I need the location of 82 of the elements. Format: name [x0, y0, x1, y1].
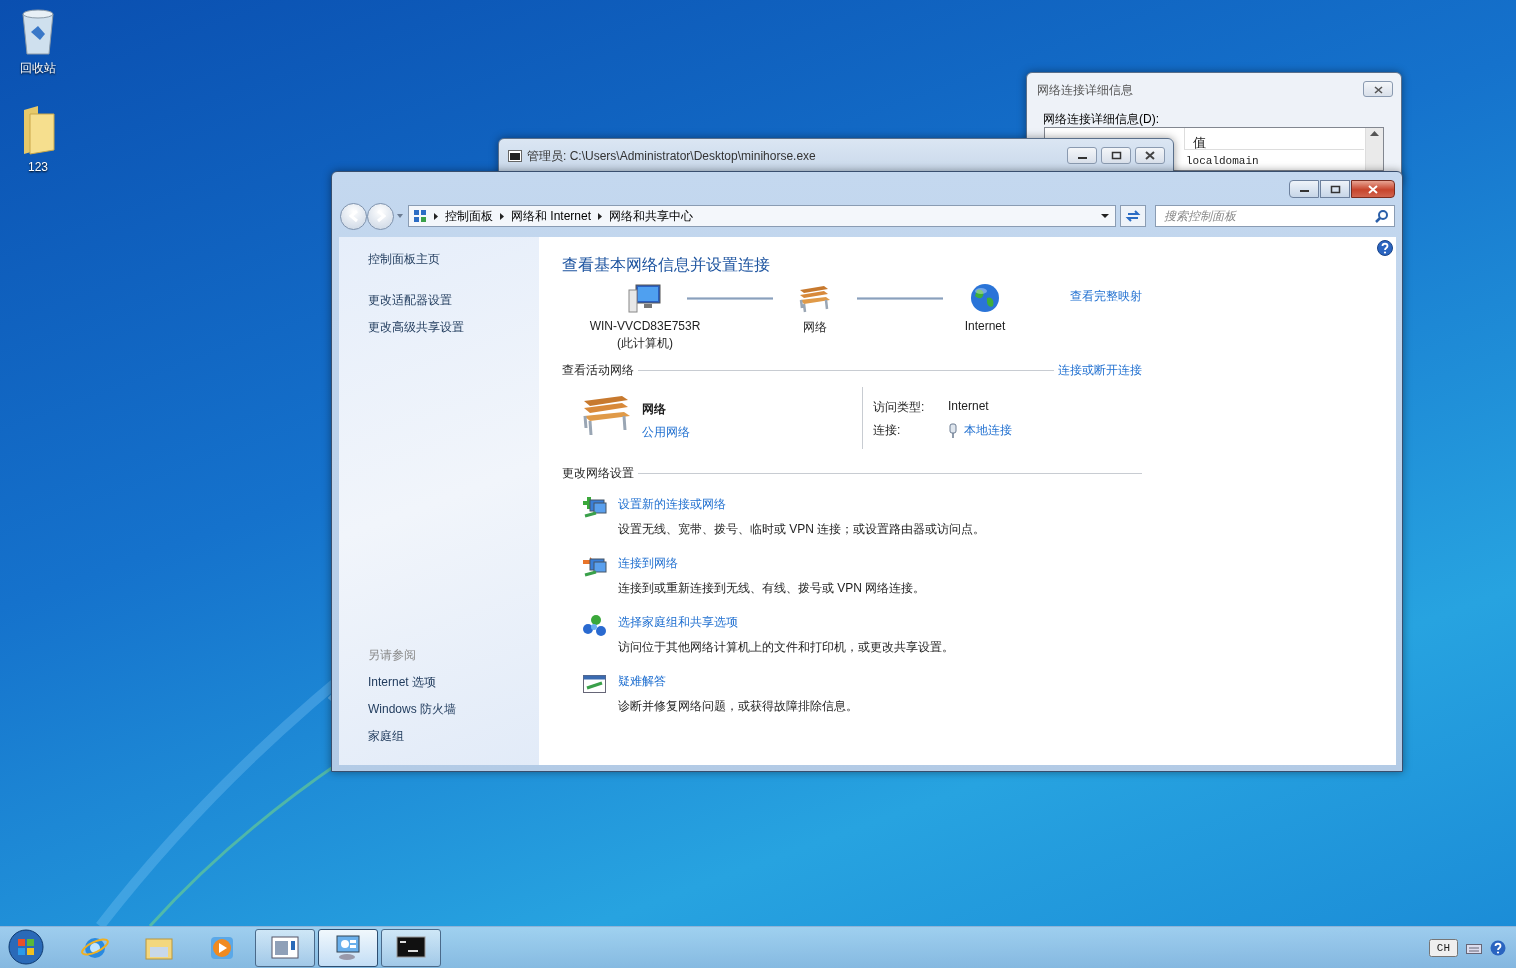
node-sublabel: (此计算机) — [617, 335, 673, 352]
maximize-button[interactable] — [1320, 180, 1350, 198]
node-label: 网络 — [803, 319, 827, 336]
field-value: Internet — [948, 399, 990, 415]
network-connect-icon — [582, 555, 608, 577]
console-icon — [508, 150, 522, 162]
control-panel-icon — [413, 209, 427, 223]
homegroup-icon — [582, 614, 608, 636]
network-name: 网络 — [642, 401, 666, 418]
bench-icon — [582, 393, 632, 437]
language-indicator[interactable]: CH — [1428, 939, 1458, 957]
refresh-icon — [1125, 208, 1141, 224]
breadcrumb-arrow-icon[interactable] — [499, 211, 505, 221]
dropdown-arrow-icon[interactable] — [1101, 214, 1109, 218]
link[interactable]: 本地连接 — [964, 422, 1012, 439]
desktop-icon-label[interactable]: 回收站 — [20, 60, 56, 77]
globe-icon — [969, 282, 1001, 314]
close-icon — [1372, 86, 1384, 94]
close-button[interactable] — [1351, 180, 1395, 198]
close-icon — [1367, 184, 1379, 194]
maximize-icon — [1110, 151, 1122, 160]
search-field[interactable]: 搜索控制面板 — [1155, 205, 1395, 227]
breadcrumb-item[interactable]: 控制面板 — [445, 207, 493, 225]
task-link[interactable]: 选择家庭组和共享选项 — [618, 614, 738, 631]
back-button[interactable] — [340, 202, 367, 230]
task-description: 诊断并修复网络问题，或获得故障排除信息。 — [618, 698, 858, 715]
minimize-button[interactable] — [1289, 180, 1319, 198]
sidebar-link[interactable]: 更改高级共享设置 — [368, 319, 464, 336]
task-link[interactable]: 设置新的连接或网络 — [618, 496, 726, 513]
breadcrumb-item[interactable]: 网络和 Internet — [511, 207, 592, 225]
troubleshoot-icon — [582, 673, 608, 695]
maximize-icon — [1329, 184, 1341, 194]
column-header[interactable]: 值 — [1184, 128, 1364, 150]
plug-icon — [948, 422, 958, 439]
close-button[interactable] — [1363, 81, 1393, 97]
sidebar-link[interactable]: 家庭组 — [368, 728, 404, 745]
node-label: Internet — [964, 319, 1006, 333]
list-label: 网络连接详细信息(D): — [1043, 111, 1159, 128]
close-icon — [1144, 151, 1156, 160]
refresh-button[interactable] — [1120, 205, 1146, 227]
section-title: 查看活动网络 — [562, 362, 634, 379]
task-description: 连接到或重新连接到无线、有线、拨号或 VPN 网络连接。 — [618, 580, 926, 597]
new-connection-icon — [582, 496, 608, 518]
sidebar-link[interactable]: Internet 选项 — [368, 674, 437, 691]
breadcrumb-item[interactable]: 网络和共享中心 — [609, 207, 694, 225]
help-icon[interactable] — [1490, 940, 1506, 956]
close-button[interactable] — [1135, 147, 1165, 164]
node-label: WIN-VVCD83E753R — [589, 319, 701, 333]
maximize-button[interactable] — [1101, 147, 1131, 164]
task-link[interactable]: 连接到网络 — [618, 555, 678, 572]
start-button[interactable] — [6, 928, 46, 968]
window-title: 网络连接详细信息 — [1037, 82, 1133, 99]
breadcrumb-arrow-icon[interactable] — [433, 211, 439, 221]
section-title: 更改网络设置 — [562, 465, 634, 482]
taskbar-button[interactable] — [381, 929, 441, 967]
taskbar-button[interactable] — [318, 929, 378, 967]
windows-logo-icon — [8, 928, 44, 965]
sidebar-link[interactable]: 更改适配器设置 — [368, 292, 452, 309]
page-heading: 查看基本网络信息并设置连接 — [562, 255, 771, 275]
table-cell: localdomain — [1186, 155, 1259, 167]
computer-icon — [628, 282, 662, 314]
field-label: 连接: — [873, 422, 902, 439]
window-title: 管理员: C:\Users\Administrator\Desktop\minihorse.exe — [527, 148, 816, 165]
sidebar-link[interactable]: 控制面板主页 — [368, 251, 440, 268]
sidebar-link[interactable]: Windows 防火墙 — [368, 701, 456, 718]
help-icon[interactable] — [1377, 240, 1393, 256]
link[interactable]: 公用网络 — [642, 424, 690, 441]
forward-button[interactable] — [367, 202, 394, 230]
desktop-icon-label[interactable]: 123 — [28, 160, 48, 174]
breadcrumb-arrow-icon[interactable] — [597, 211, 604, 221]
link[interactable]: 连接或断开连接 — [1058, 362, 1142, 379]
link[interactable]: 查看完整映射 — [1070, 288, 1142, 305]
task-description: 访问位于其他网络计算机上的文件和打印机，或更改共享设置。 — [618, 639, 954, 656]
field-label: 访问类型: — [873, 399, 926, 416]
task-link[interactable]: 疑难解答 — [618, 673, 666, 690]
keyboard-icon[interactable] — [1466, 941, 1482, 955]
address-bar[interactable]: 控制面板 网络和 Internet 网络和共享中心 — [408, 205, 1116, 227]
scrollbar[interactable] — [1365, 128, 1383, 170]
task-description: 设置无线、宽带、拨号、临时或 VPN 连接；或设置路由器或访问点。 — [618, 521, 986, 538]
sidebar-heading: 另请参阅 — [368, 647, 417, 664]
minimize-button[interactable] — [1067, 147, 1097, 164]
control-panel-icon — [333, 933, 363, 963]
